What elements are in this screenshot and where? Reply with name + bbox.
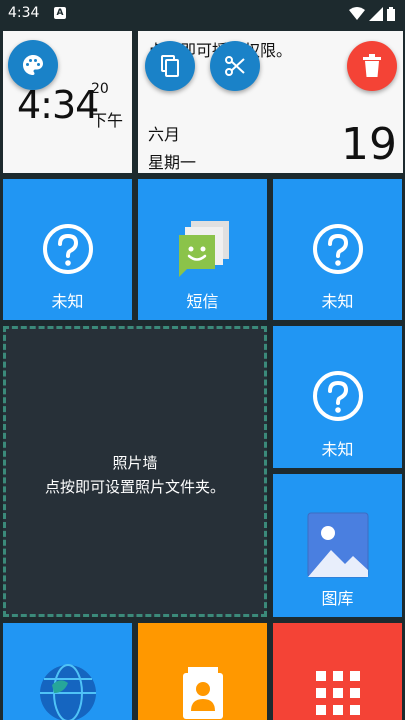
gallery-tile[interactable]: 图库 bbox=[273, 474, 402, 617]
unknown-tile-1[interactable]: 未知 bbox=[3, 179, 132, 320]
sms-icon bbox=[178, 221, 229, 277]
calendar-weekday: 星期一 bbox=[148, 153, 197, 172]
unknown-tile-3-label: 未知 bbox=[321, 440, 354, 459]
battery-icon bbox=[387, 7, 395, 21]
clock-ampm: 下午 bbox=[91, 111, 124, 130]
trash-icon bbox=[363, 54, 381, 77]
scissors-icon bbox=[225, 56, 245, 76]
signal-icon bbox=[369, 7, 383, 21]
unknown-tile-2-label: 未知 bbox=[321, 292, 354, 311]
unknown-tile-3[interactable]: 未知 bbox=[273, 326, 402, 468]
notification-icon: A bbox=[54, 7, 66, 19]
contacts-tile[interactable] bbox=[138, 623, 267, 720]
help-circle-icon bbox=[42, 224, 93, 274]
globe-icon bbox=[39, 664, 96, 720]
copy-icon bbox=[161, 55, 179, 77]
app-grid-icon bbox=[315, 671, 360, 715]
palette-button[interactable] bbox=[8, 40, 58, 90]
unknown-tile-1-label: 未知 bbox=[51, 292, 84, 311]
status-bar: 4:34 A bbox=[0, 0, 405, 30]
status-time: 4:34 bbox=[8, 5, 40, 21]
sms-tile-label: 短信 bbox=[186, 292, 219, 311]
gallery-tile-label: 图库 bbox=[321, 589, 354, 608]
browser-tile[interactable] bbox=[3, 623, 132, 720]
photo-wall-tile[interactable]: 照片墙 点按即可设置照片文件夹。 bbox=[3, 326, 267, 617]
sms-tile[interactable]: 短信 bbox=[138, 179, 267, 320]
photo-wall-text: 照片墙 点按即可设置照片文件夹。 bbox=[6, 451, 264, 499]
calendar-month: 六月 bbox=[148, 125, 181, 144]
unknown-tile-2[interactable]: 未知 bbox=[273, 179, 402, 320]
help-circle-icon bbox=[312, 224, 363, 274]
calendar-day: 19 bbox=[341, 119, 397, 170]
photo-wall-hint: 点按即可设置照片文件夹。 bbox=[44, 478, 225, 496]
photo-wall-title: 照片墙 bbox=[112, 454, 158, 472]
copy-button[interactable] bbox=[145, 41, 195, 91]
delete-button[interactable] bbox=[347, 41, 397, 91]
cut-button[interactable] bbox=[210, 41, 260, 91]
palette-icon bbox=[23, 55, 43, 75]
gallery-icon bbox=[307, 512, 368, 578]
contacts-icon bbox=[182, 667, 223, 719]
help-circle-icon bbox=[312, 371, 363, 421]
wifi-icon bbox=[349, 7, 365, 20]
apps-tile[interactable] bbox=[273, 623, 402, 720]
clock-seconds: 20 bbox=[91, 81, 109, 97]
status-icons bbox=[349, 7, 395, 21]
